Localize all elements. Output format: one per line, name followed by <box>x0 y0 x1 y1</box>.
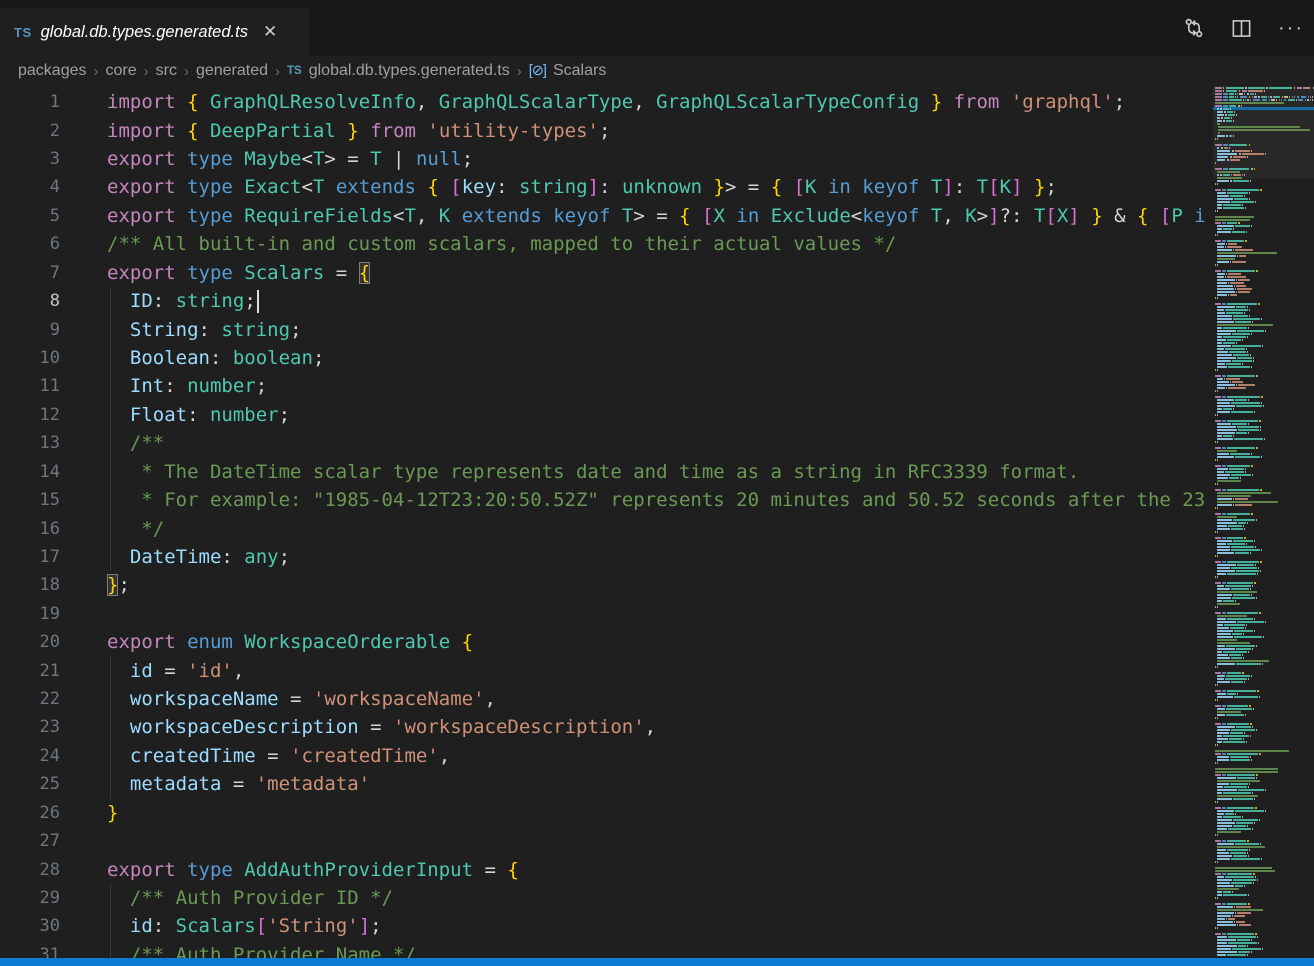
symbol-type-icon: [⊘] <box>529 63 546 79</box>
more-actions-icon[interactable]: ··· <box>1278 23 1304 33</box>
text-cursor <box>257 290 259 313</box>
code-line[interactable]: 24 createdTime = 'createdTime', <box>0 742 1213 770</box>
code-line[interactable]: 21 id = 'id', <box>0 656 1213 684</box>
code-line[interactable]: 27 <box>0 827 1213 855</box>
code-line[interactable]: 22 workspaceName = 'workspaceName', <box>0 685 1213 713</box>
chevron-right-icon: › <box>144 63 149 80</box>
line-number: 21 <box>0 661 60 681</box>
code-line[interactable]: 29 /** Auth Provider ID */ <box>0 884 1213 912</box>
line-number: 13 <box>0 433 60 453</box>
editor-actions: ··· <box>1183 0 1304 56</box>
status-bar <box>0 958 1314 966</box>
code-line[interactable]: 9 String: string; <box>0 315 1213 343</box>
line-number: 16 <box>0 519 60 539</box>
line-number: 8 <box>0 291 60 311</box>
code-line[interactable]: 23 workspaceDescription = 'workspaceDesc… <box>0 713 1213 741</box>
line-number: 19 <box>0 604 60 624</box>
code-line[interactable]: 25 metadata = 'metadata' <box>0 770 1213 798</box>
code-line[interactable]: 12 Float: number; <box>0 401 1213 429</box>
code-line[interactable]: 26} <box>0 799 1213 827</box>
code-line[interactable]: 28export type AddAuthProviderInput = { <box>0 855 1213 883</box>
code-line[interactable]: 3export type Maybe<T> = T | null; <box>0 145 1213 173</box>
breadcrumb-generated[interactable]: generated <box>196 62 268 80</box>
line-number: 28 <box>0 860 60 880</box>
close-tab-icon[interactable]: ✕ <box>263 22 277 42</box>
line-number: 6 <box>0 234 60 254</box>
line-number: 12 <box>0 405 60 425</box>
open-changes-icon[interactable] <box>1183 17 1205 39</box>
split-editor-icon[interactable] <box>1231 18 1252 39</box>
line-number: 29 <box>0 888 60 908</box>
line-number: 23 <box>0 717 60 737</box>
code-line[interactable]: 15 * For example: "1985-04-12T23:20:50.5… <box>0 486 1213 514</box>
line-number: 25 <box>0 774 60 794</box>
line-number: 31 <box>0 945 60 958</box>
breadcrumb-file[interactable]: global.db.types.generated.ts <box>309 62 510 80</box>
code-line[interactable]: 14 * The DateTime scalar type represents… <box>0 457 1213 485</box>
code-line[interactable]: 17 DateTime: any; <box>0 543 1213 571</box>
chevron-right-icon: › <box>184 63 189 80</box>
code-line[interactable]: 5export type RequireFields<T, K extends … <box>0 202 1213 230</box>
line-number: 14 <box>0 462 60 482</box>
line-number: 5 <box>0 206 60 226</box>
typescript-file-icon: TS <box>287 65 302 77</box>
line-number: 22 <box>0 689 60 709</box>
line-number: 7 <box>0 263 60 283</box>
tab-title: global.db.types.generated.ts <box>41 23 248 42</box>
line-number: 18 <box>0 575 60 595</box>
line-number: 15 <box>0 490 60 510</box>
tab-global-db-types-generated[interactable]: TS global.db.types.generated.ts ✕ <box>0 8 310 56</box>
line-number: 3 <box>0 149 60 169</box>
code-line[interactable]: 13 /** <box>0 429 1213 457</box>
breadcrumb: packages › core › src › generated › TS g… <box>0 56 1314 86</box>
code-line[interactable]: 11 Int: number; <box>0 372 1213 400</box>
line-number: 4 <box>0 177 60 197</box>
line-number: 27 <box>0 831 60 851</box>
line-number: 24 <box>0 746 60 766</box>
line-number: 30 <box>0 916 60 936</box>
code-line[interactable]: 18}; <box>0 571 1213 599</box>
typescript-file-icon: TS <box>14 25 32 40</box>
line-number: 20 <box>0 632 60 652</box>
chevron-right-icon: › <box>275 63 280 80</box>
code-line[interactable]: 20export enum WorkspaceOrderable { <box>0 628 1213 656</box>
tab-bar: TS global.db.types.generated.ts ✕ ··· <box>0 0 1314 56</box>
line-number: 9 <box>0 320 60 340</box>
code-line[interactable]: 6/** All built-in and custom scalars, ma… <box>0 230 1213 258</box>
code-line[interactable]: 4export type Exact<T extends { [key: str… <box>0 173 1213 201</box>
code-line[interactable]: 2import { DeepPartial } from 'utility-ty… <box>0 116 1213 144</box>
line-number: 26 <box>0 803 60 823</box>
code-line[interactable]: 16 */ <box>0 514 1213 542</box>
code-line[interactable]: 8 ID: string; <box>0 287 1213 315</box>
line-number: 17 <box>0 547 60 567</box>
code-line[interactable]: 19 <box>0 600 1213 628</box>
code-line[interactable]: 7export type Scalars = { <box>0 259 1213 287</box>
chevron-right-icon: › <box>94 63 99 80</box>
breadcrumb-symbol-scalars[interactable]: Scalars <box>553 62 606 80</box>
breadcrumb-core[interactable]: core <box>106 62 137 80</box>
minimap[interactable] <box>1213 86 1314 958</box>
line-number: 1 <box>0 92 60 112</box>
code-lines[interactable]: 1import { GraphQLResolveInfo, GraphQLSca… <box>0 88 1213 958</box>
line-number: 11 <box>0 376 60 396</box>
code-line[interactable]: 10 Boolean: boolean; <box>0 344 1213 372</box>
code-line[interactable]: 30 id: Scalars['String']; <box>0 912 1213 940</box>
breadcrumb-src[interactable]: src <box>156 62 177 80</box>
breadcrumb-packages[interactable]: packages <box>18 62 87 80</box>
chevron-right-icon: › <box>517 63 522 80</box>
code-line[interactable]: 1import { GraphQLResolveInfo, GraphQLSca… <box>0 88 1213 116</box>
code-editor[interactable]: 1import { GraphQLResolveInfo, GraphQLSca… <box>0 86 1314 958</box>
code-line[interactable]: 31 /** Auth Provider Name */ <box>0 941 1213 958</box>
line-number: 10 <box>0 348 60 368</box>
line-number: 2 <box>0 121 60 141</box>
